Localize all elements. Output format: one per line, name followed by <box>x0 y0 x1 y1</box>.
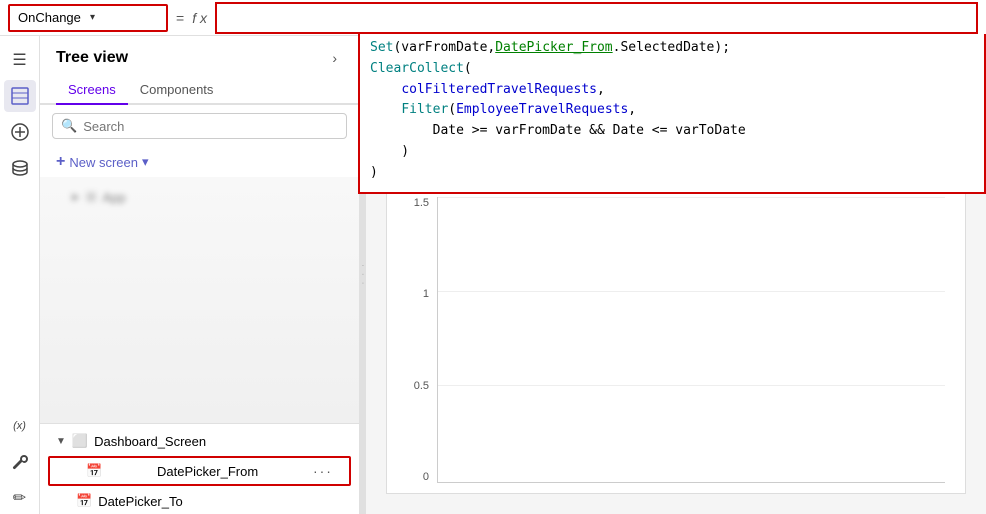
tree-panel: Tree view › Screens Components 🔍 + New s… <box>40 36 360 514</box>
y-axis: 1.5 1 0.5 0 <box>407 197 437 483</box>
grid-line-top <box>438 197 945 198</box>
fx-icon: f x <box>192 10 207 26</box>
code-line-5: Date >= varFromDate && Date <= varToDate <box>370 121 974 142</box>
chart-content <box>437 197 945 483</box>
tree-tabs: Screens Components <box>40 76 359 105</box>
y-axis-value-0: 1.5 <box>414 197 429 209</box>
code-line-1: Set(varFromDate,DatePicker_From.Selected… <box>370 38 974 59</box>
tree-view-title: Tree view <box>56 49 128 67</box>
code-line-7: ) <box>370 163 974 184</box>
brush-icon[interactable]: ✏ <box>4 482 36 514</box>
calendar-from-icon: 📅 <box>86 463 102 479</box>
y-axis-value-2: 0.5 <box>414 380 429 392</box>
tree-expand-icon: ▼ <box>56 436 66 447</box>
y-axis-value-3: 0 <box>423 471 429 483</box>
search-row: 🔍 <box>52 113 347 139</box>
code-line-4: Filter(EmployeeTravelRequests, <box>370 100 974 121</box>
formula-dropdown[interactable]: OnChange ▾ <box>8 4 168 32</box>
formula-dropdown-value: OnChange <box>18 10 86 25</box>
app-label: App <box>103 190 126 205</box>
wrench-icon[interactable] <box>4 446 36 478</box>
new-screen-chevron: ▾ <box>142 154 149 170</box>
code-editor[interactable] <box>215 2 978 34</box>
datepicker-to-label: DatePicker_To <box>98 494 183 509</box>
variable-icon[interactable]: (x) <box>4 410 36 442</box>
plus-circle-icon[interactable] <box>4 116 36 148</box>
database-icon[interactable] <box>4 152 36 184</box>
new-screen-button[interactable]: + New screen ▾ <box>40 147 359 177</box>
plus-icon: + <box>56 153 65 171</box>
chevron-down-icon: ▾ <box>90 12 158 23</box>
y-axis-value-1: 1 <box>423 288 429 300</box>
icon-sidebar: ☰ (x) ✏ <box>0 36 40 514</box>
dashboard-screen-item[interactable]: ▼ ⬜ Dashboard_Screen <box>40 428 359 454</box>
search-input[interactable] <box>83 119 338 134</box>
datepicker-from-label: DatePicker_From <box>157 464 258 479</box>
chart-area: 1.5 1 0.5 0 <box>387 187 965 493</box>
equals-sign: = <box>176 10 184 26</box>
more-options-button[interactable]: ··· <box>313 463 333 479</box>
datepicker-from-item[interactable]: 📅 DatePicker_From ··· <box>48 456 351 486</box>
tab-components[interactable]: Components <box>128 76 226 105</box>
tab-screens[interactable]: Screens <box>56 76 128 105</box>
hamburger-icon[interactable]: ☰ <box>4 44 36 76</box>
code-line-3: colFilteredTravelRequests, <box>370 80 974 101</box>
grid-line-mid1 <box>438 291 945 292</box>
blurred-tree-area: ▶ ⊞ App <box>40 177 359 423</box>
bottom-tree: ▼ ⬜ Dashboard_Screen 📅 DatePicker_From ·… <box>40 423 359 514</box>
calendar-to-icon: 📅 <box>76 493 92 509</box>
search-icon: 🔍 <box>61 118 77 134</box>
datepicker-to-item[interactable]: 📅 DatePicker_To <box>40 488 359 514</box>
close-tree-button[interactable]: › <box>326 48 343 68</box>
layers-icon[interactable] <box>4 80 36 112</box>
new-screen-label: New screen <box>69 155 138 170</box>
dashboard-label: Dashboard_Screen <box>94 434 206 449</box>
screen-icon: ⬜ <box>72 433 88 449</box>
grid-line-mid2 <box>438 385 945 386</box>
code-line-6: ) <box>370 142 974 163</box>
code-line-2: ClearCollect( <box>370 59 974 80</box>
